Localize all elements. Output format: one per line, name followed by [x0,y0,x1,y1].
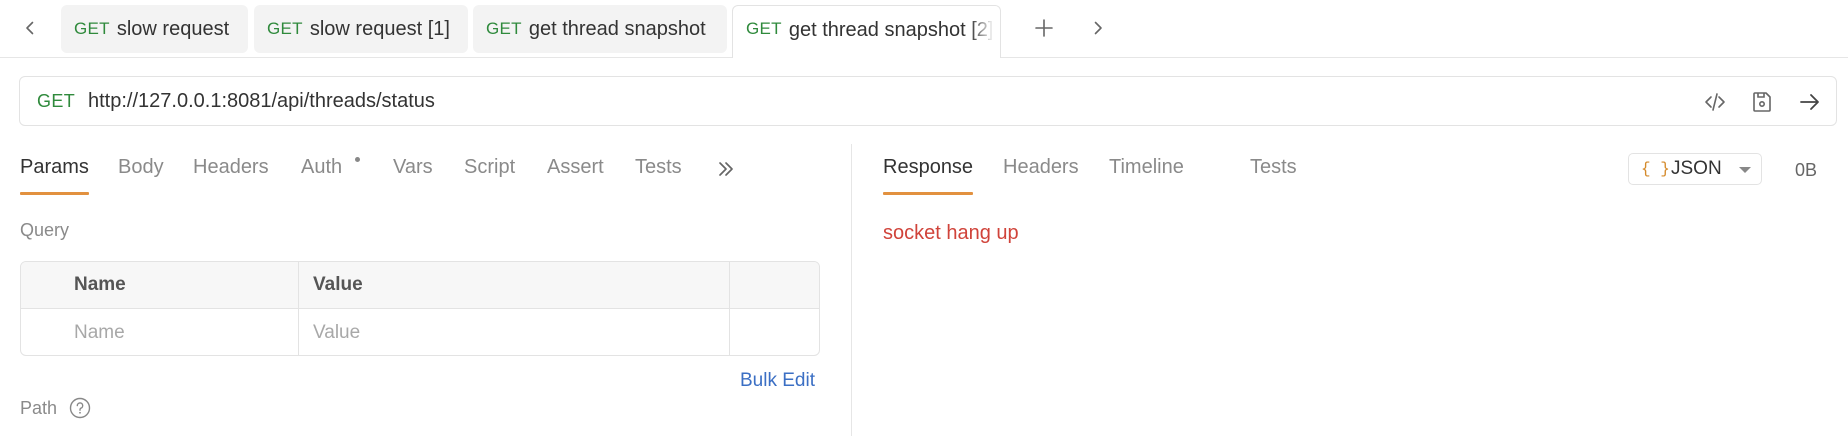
scroll-tabs-left-button[interactable] [16,14,44,42]
response-format-label: JSON [1671,158,1722,179]
query-section-label: Query [20,220,70,240]
column-header-value: Value [313,274,363,295]
url-bar: GET [19,76,1837,126]
tab-response[interactable]: Response [883,156,974,195]
bulk-edit-link[interactable]: Bulk Edit [740,370,815,392]
tab-headers[interactable]: Headers [193,156,269,179]
help-icon[interactable] [69,397,91,419]
braces-icon: { } [1641,160,1670,178]
tab-tests[interactable]: Tests [635,156,682,179]
tab-title-fade [970,6,1000,58]
tab-get-thread-snapshot[interactable]: GET get thread snapshot [473,5,727,53]
url-input[interactable] [88,89,1688,113]
code-icon [1705,93,1725,111]
arrow-right-icon [1800,94,1819,110]
request-tab-bar: GET slow request GET slow request [1] GE… [0,0,1848,58]
tab-slow-request-1[interactable]: GET slow request [1] [254,5,468,53]
tab-params[interactable]: Params [20,156,89,195]
pane-divider[interactable] [851,144,852,436]
chevron-left-icon [26,21,34,35]
tab-body[interactable]: Body [118,156,164,179]
caret-down-icon [1739,167,1751,173]
path-section-label: Path [20,398,58,418]
plus-icon [1035,19,1053,37]
tab-slow-request[interactable]: GET slow request [61,5,248,53]
tab-assert[interactable]: Assert [547,156,604,179]
save-request-button[interactable] [1748,88,1776,116]
tab-title: slow request [116,17,230,40]
param-value-input[interactable] [313,321,513,344]
new-tab-button[interactable] [1028,12,1060,44]
scroll-tabs-right-button[interactable] [1084,14,1112,42]
table-row [21,309,819,355]
tab-title: slow request [1] [309,17,450,40]
tab-method: GET [486,19,522,38]
query-params-table: Name Value [20,261,820,356]
chevrons-right-icon [719,162,733,176]
tab-vars[interactable]: Vars [393,156,433,179]
tab-script[interactable]: Script [464,156,515,179]
response-size: 0B [1795,160,1818,180]
param-name-input[interactable] [74,321,274,344]
http-method-selector[interactable]: GET [37,91,75,112]
send-request-button[interactable] [1796,88,1824,116]
more-tabs-button[interactable] [716,159,736,185]
column-header-name: Name [74,274,126,295]
tab-method: GET [74,19,110,38]
response-error-message: socket hang up [883,222,1019,244]
tab-method: GET [267,19,303,38]
auth-indicator-dot [355,157,360,162]
column-divider [729,262,730,355]
tab-title: get thread snapshot [528,17,706,40]
tab-method: GET [746,19,782,38]
column-divider [298,262,299,355]
generate-code-button[interactable] [1701,88,1729,116]
tab-timeline[interactable]: Timeline [1109,156,1184,179]
save-icon [1753,92,1771,112]
tab-response-headers[interactable]: Headers [1003,156,1079,179]
chevron-right-icon [1094,21,1102,35]
tab-title: get thread snapshot [2] [788,19,994,41]
param-value-cell [313,309,513,355]
table-header-row: Name Value [21,262,819,309]
response-format-dropdown[interactable]: { } JSON [1628,153,1762,185]
param-name-cell [74,309,274,355]
tab-get-thread-snapshot-2[interactable]: GET get thread snapshot [2] [732,5,1001,58]
tab-response-tests[interactable]: Tests [1250,156,1297,179]
tab-auth[interactable]: Auth [301,156,342,179]
